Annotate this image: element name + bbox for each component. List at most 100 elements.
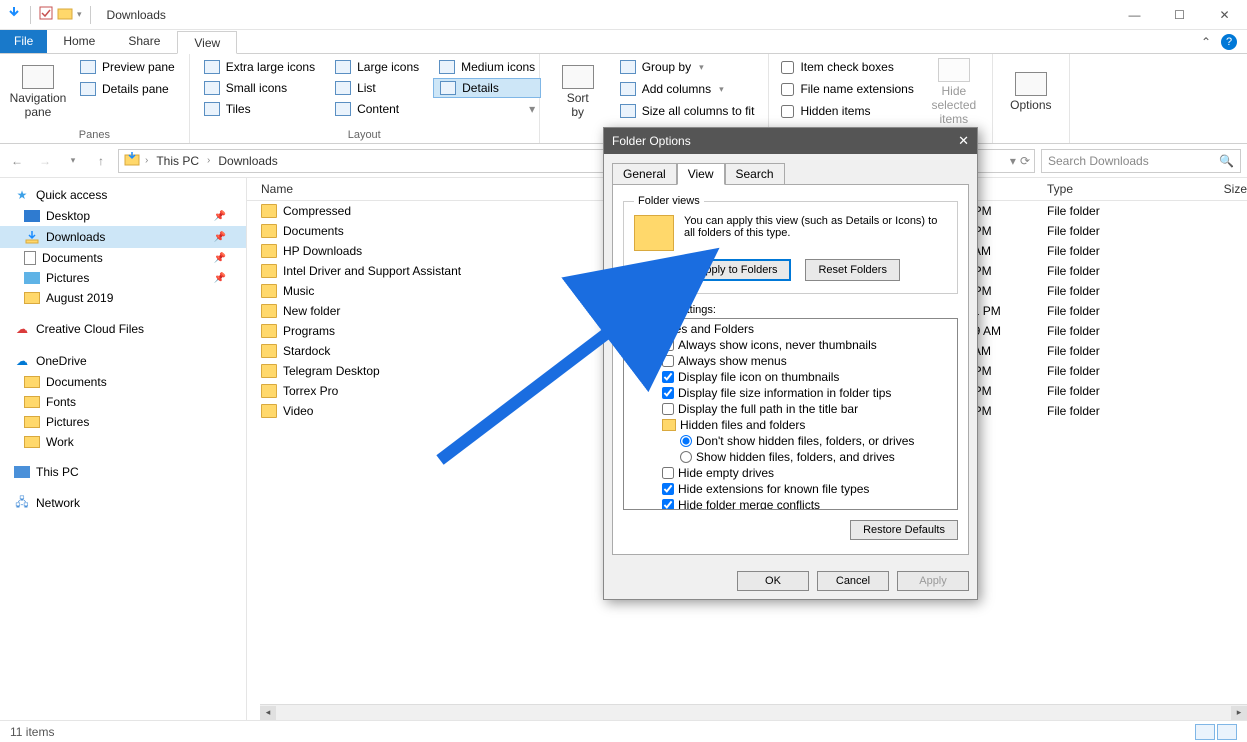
tree-option[interactable]: Display file icon on thumbnails bbox=[626, 369, 955, 385]
network-header[interactable]: 🖧Network bbox=[0, 492, 246, 514]
maximize-button[interactable]: ☐ bbox=[1157, 0, 1202, 30]
status-bar: 11 items bbox=[0, 720, 1247, 742]
medium-icons-button[interactable]: Medium icons bbox=[433, 58, 541, 76]
sidebar-item-od-fonts[interactable]: Fonts bbox=[0, 392, 246, 412]
extra-large-icons-button[interactable]: Extra large icons bbox=[198, 58, 321, 76]
ribbon-collapse-icon[interactable]: ⌃ bbox=[1201, 35, 1211, 49]
layout-more-button[interactable]: ▾ bbox=[433, 100, 541, 118]
details-button[interactable]: Details bbox=[433, 78, 541, 98]
hidden-items-toggle[interactable]: Hidden items bbox=[777, 102, 917, 120]
apply-to-folders-button[interactable]: Apply to Folders bbox=[684, 259, 791, 281]
tree-root[interactable]: Files and Folders bbox=[626, 321, 955, 337]
qat-dropdown-icon[interactable]: ▾ bbox=[77, 9, 82, 20]
list-button[interactable]: List bbox=[329, 78, 425, 98]
add-columns-button[interactable]: Add columns▾ bbox=[614, 80, 761, 98]
dialog-close-button[interactable]: ✕ bbox=[958, 133, 969, 149]
file-type: File folder bbox=[1047, 324, 1187, 338]
tree-radio[interactable]: Show hidden files, folders, and drives bbox=[626, 449, 955, 465]
restore-defaults-button[interactable]: Restore Defaults bbox=[850, 520, 958, 540]
item-checkboxes-toggle[interactable]: Item check boxes bbox=[777, 58, 917, 76]
close-button[interactable]: ✕ bbox=[1202, 0, 1247, 30]
forward-button[interactable]: → bbox=[34, 150, 56, 172]
share-tab[interactable]: Share bbox=[112, 30, 177, 53]
file-extensions-toggle[interactable]: File name extensions bbox=[777, 80, 917, 98]
file-type: File folder bbox=[1047, 224, 1187, 238]
sidebar-item-desktop[interactable]: Desktop📌 bbox=[0, 206, 246, 226]
pin-icon: 📌 bbox=[214, 273, 236, 284]
content-button[interactable]: Content bbox=[329, 100, 425, 118]
file-type: File folder bbox=[1047, 404, 1187, 418]
dialog-tab-search[interactable]: Search bbox=[725, 163, 785, 185]
tree-radio[interactable]: Don't show hidden files, folders, or dri… bbox=[626, 433, 955, 449]
folder-icon bbox=[261, 284, 277, 298]
download-arrow-icon bbox=[6, 5, 22, 24]
search-icon[interactable]: 🔍 bbox=[1219, 154, 1234, 168]
breadcrumb-downloads[interactable]: Downloads bbox=[214, 154, 281, 168]
tree-option[interactable]: Hide folder merge conflicts bbox=[626, 497, 955, 510]
breadcrumb-thispc[interactable]: This PC bbox=[152, 154, 203, 168]
quick-access-header[interactable]: ★Quick access bbox=[0, 184, 246, 206]
column-type[interactable]: Type bbox=[1047, 182, 1187, 196]
sidebar-item-od-work[interactable]: Work bbox=[0, 432, 246, 452]
reset-folders-button[interactable]: Reset Folders bbox=[805, 259, 899, 281]
address-dropdown-icon[interactable]: ▾ bbox=[1010, 154, 1016, 168]
options-button[interactable]: Options bbox=[1001, 58, 1061, 126]
details-pane-button[interactable]: Details pane bbox=[74, 80, 181, 98]
view-tab[interactable]: View bbox=[177, 31, 237, 54]
recent-dropdown[interactable]: ▾ bbox=[62, 150, 84, 172]
tree-option[interactable]: Hide extensions for known file types bbox=[626, 481, 955, 497]
minimize-button[interactable]: — bbox=[1112, 0, 1157, 30]
back-button[interactable]: ← bbox=[6, 150, 28, 172]
tree-option[interactable]: Display the full path in the title bar bbox=[626, 401, 955, 417]
dialog-footer: OK Cancel Apply bbox=[604, 563, 977, 599]
sidebar-item-od-documents[interactable]: Documents bbox=[0, 372, 246, 392]
group-by-button[interactable]: Group by▾ bbox=[614, 58, 761, 76]
tree-hidden-group[interactable]: Hidden files and folders bbox=[626, 417, 955, 433]
help-icon[interactable]: ? bbox=[1221, 34, 1237, 50]
dialog-tab-view[interactable]: View bbox=[677, 163, 725, 185]
file-tab[interactable]: File bbox=[0, 30, 47, 53]
sidebar-item-august[interactable]: August 2019 bbox=[0, 288, 246, 308]
checkbox-icon[interactable] bbox=[39, 6, 53, 23]
scroll-right-button[interactable]: ▸ bbox=[1231, 706, 1247, 720]
creative-cloud-header[interactable]: ☁Creative Cloud Files bbox=[0, 318, 246, 340]
dialog-titlebar[interactable]: Folder Options ✕ bbox=[604, 128, 977, 154]
cancel-button[interactable]: Cancel bbox=[817, 571, 889, 591]
column-size[interactable]: Size bbox=[1187, 182, 1247, 196]
folder-small-icon[interactable] bbox=[57, 6, 73, 23]
navigation-pane-button[interactable]: Navigation pane bbox=[8, 58, 68, 126]
sidebar-item-pictures[interactable]: Pictures📌 bbox=[0, 268, 246, 288]
refresh-icon[interactable]: ⟳ bbox=[1020, 154, 1030, 168]
tree-option[interactable]: Always show icons, never thumbnails bbox=[626, 337, 955, 353]
up-button[interactable]: ↑ bbox=[90, 150, 112, 172]
horizontal-scrollbar[interactable]: ◂ ▸ bbox=[260, 704, 1247, 720]
sidebar-item-documents[interactable]: Documents📌 bbox=[0, 248, 246, 268]
search-input[interactable]: Search Downloads 🔍 bbox=[1041, 149, 1241, 173]
small-icons-button[interactable]: Small icons bbox=[198, 78, 321, 98]
folder-icon bbox=[261, 204, 277, 218]
sort-by-button[interactable]: Sort by bbox=[548, 58, 608, 126]
details-view-button[interactable] bbox=[1195, 724, 1215, 740]
preview-pane-button[interactable]: Preview pane bbox=[74, 58, 181, 76]
scroll-left-button[interactable]: ◂ bbox=[260, 706, 276, 720]
tree-option[interactable]: Hide empty drives bbox=[626, 465, 955, 481]
tiles-button[interactable]: Tiles bbox=[198, 100, 321, 118]
chevron-right-icon[interactable]: › bbox=[145, 155, 148, 166]
onedrive-header[interactable]: ☁OneDrive bbox=[0, 350, 246, 372]
tree-option[interactable]: Display file size information in folder … bbox=[626, 385, 955, 401]
sidebar-item-downloads[interactable]: Downloads📌 bbox=[0, 226, 246, 248]
size-all-columns-button[interactable]: Size all columns to fit bbox=[614, 102, 761, 120]
large-icons-button[interactable]: Large icons bbox=[329, 58, 425, 76]
tree-option[interactable]: Always show menus bbox=[626, 353, 955, 369]
ok-button[interactable]: OK bbox=[737, 571, 809, 591]
thispc-header[interactable]: This PC bbox=[0, 462, 246, 482]
apply-button[interactable]: Apply bbox=[897, 571, 969, 591]
home-tab[interactable]: Home bbox=[47, 30, 112, 53]
folder-icon bbox=[662, 419, 676, 431]
dialog-tab-general[interactable]: General bbox=[612, 163, 677, 185]
chevron-right-icon[interactable]: › bbox=[207, 155, 210, 166]
thumbnails-view-button[interactable] bbox=[1217, 724, 1237, 740]
advanced-settings-tree[interactable]: Files and Folders Always show icons, nev… bbox=[623, 318, 958, 510]
hide-selected-button[interactable]: Hide selected items bbox=[924, 58, 984, 126]
sidebar-item-od-pictures[interactable]: Pictures bbox=[0, 412, 246, 432]
